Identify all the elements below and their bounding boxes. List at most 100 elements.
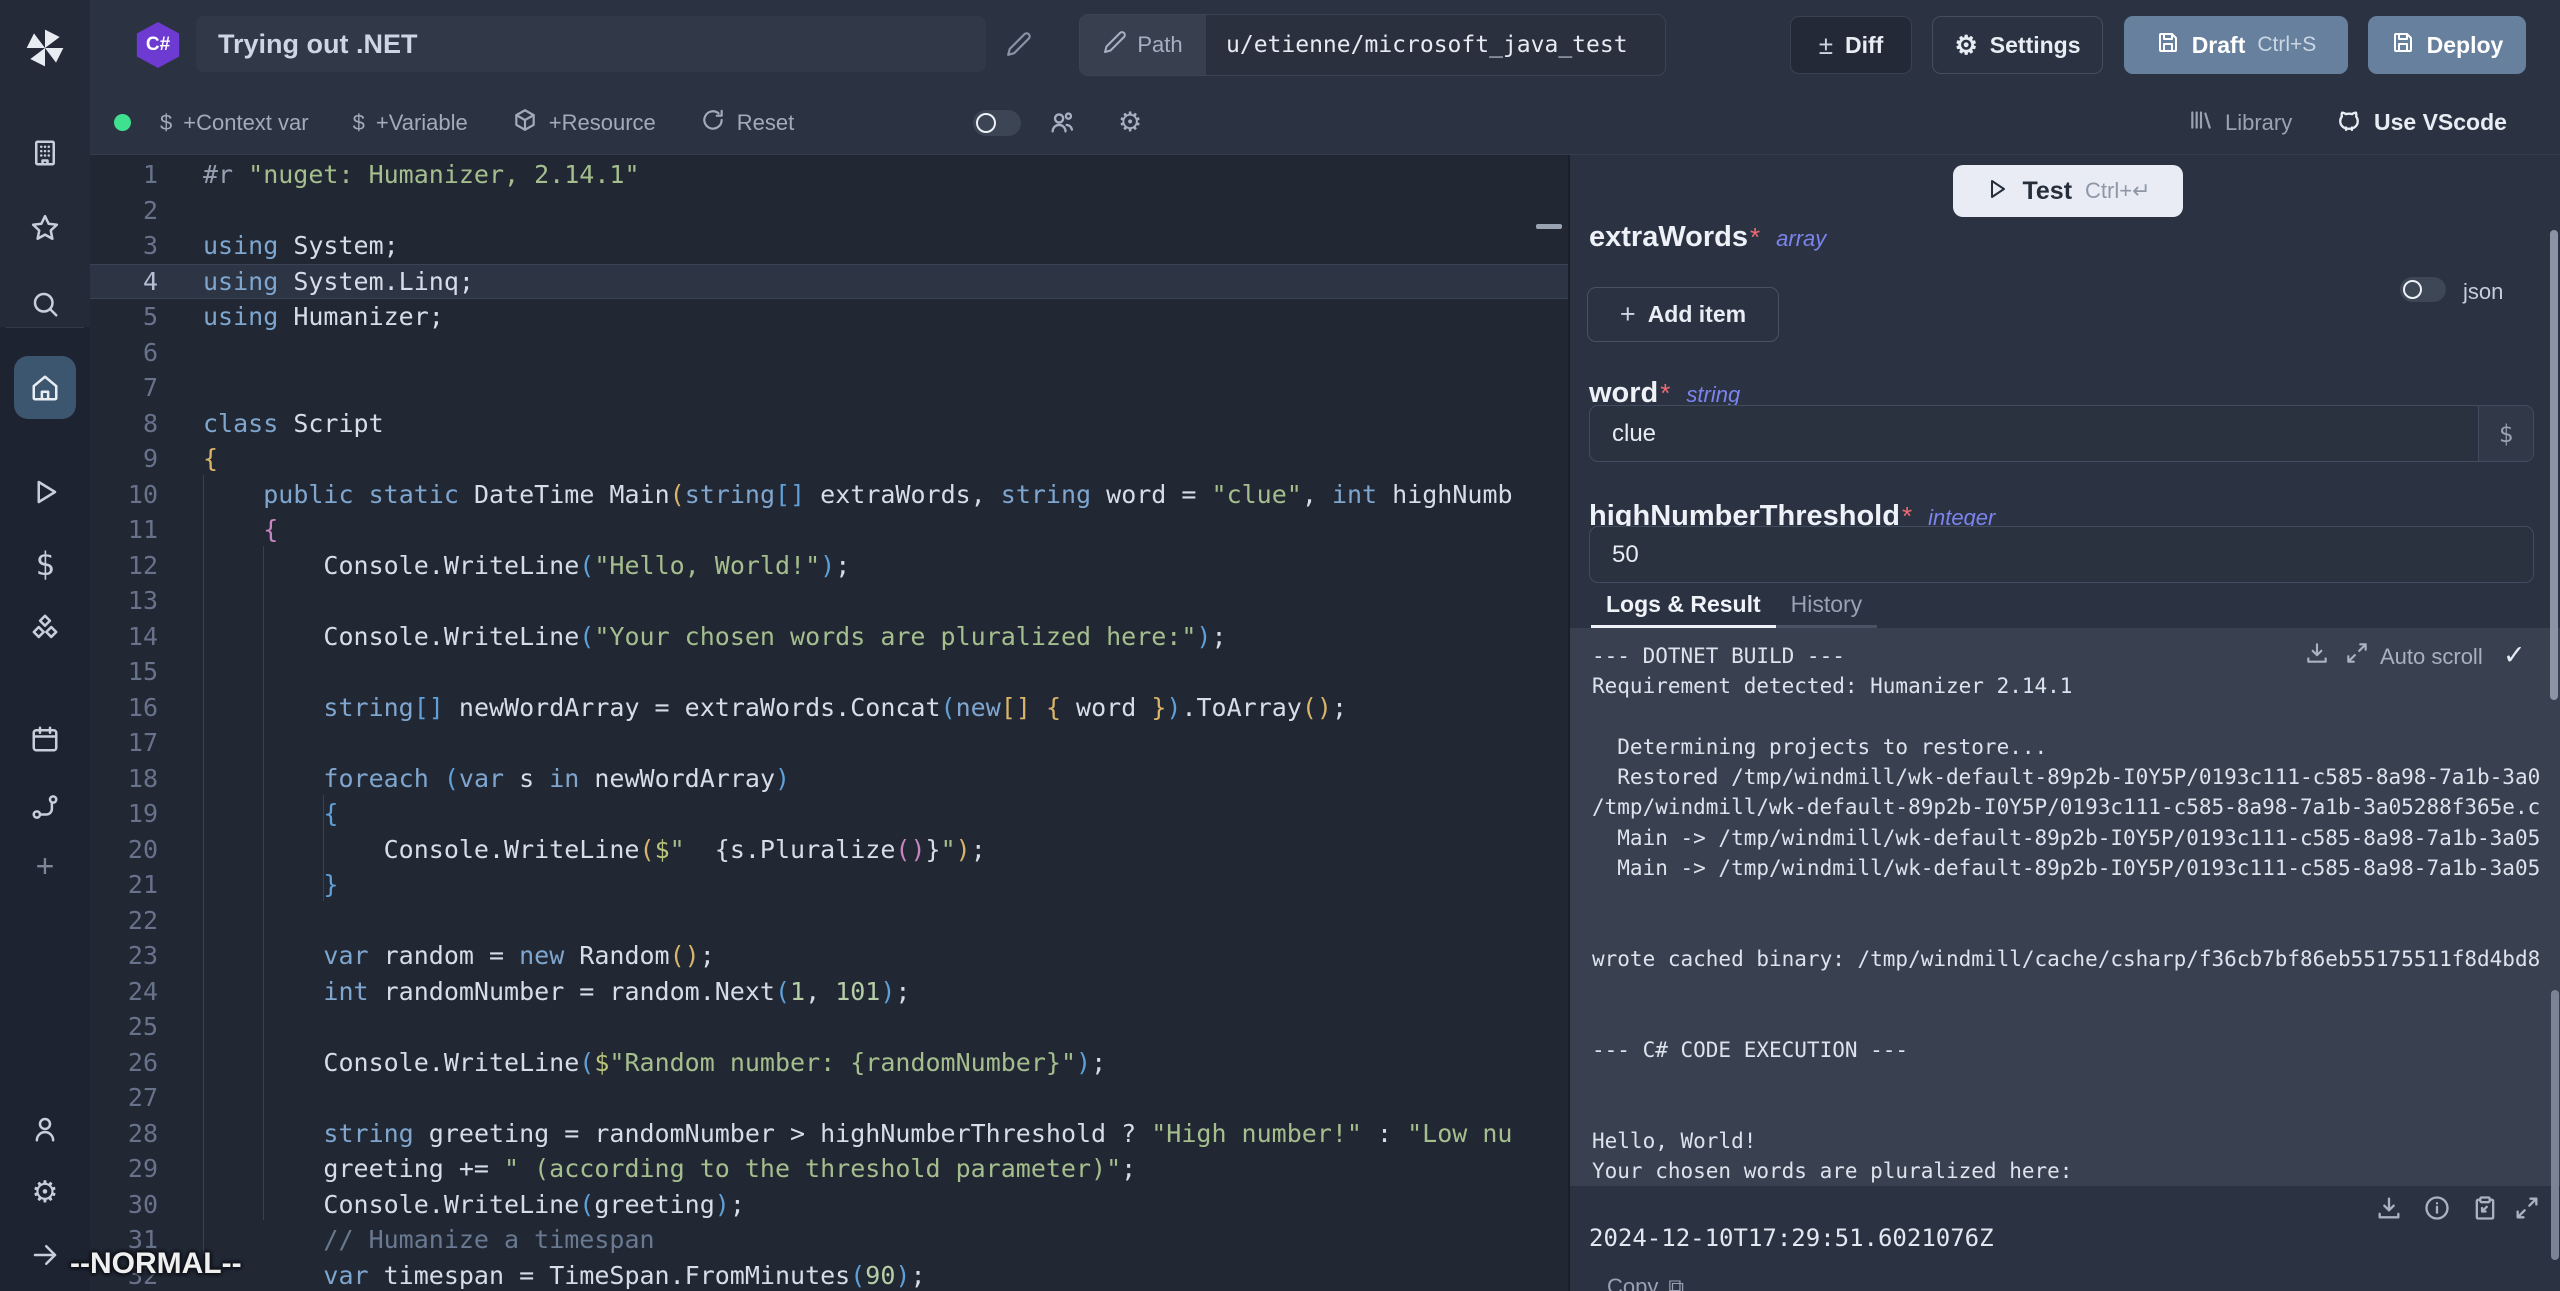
sidebar: $ + ⚙ bbox=[0, 0, 90, 1291]
code-line: 30 Console.WriteLine(greeting); bbox=[90, 1187, 1568, 1223]
home-icon[interactable] bbox=[30, 373, 60, 403]
code-line: 27 bbox=[90, 1080, 1568, 1116]
code-line: 21 } bbox=[90, 867, 1568, 903]
favorites-star-icon[interactable] bbox=[30, 213, 60, 243]
autoscroll-toggle[interactable]: Auto scroll bbox=[2380, 644, 2483, 670]
code-line: 25 bbox=[90, 1009, 1568, 1045]
diff-mode-toggle[interactable] bbox=[973, 110, 1021, 136]
script-title[interactable]: Trying out .NET bbox=[218, 16, 418, 72]
path-label: Path bbox=[1137, 32, 1182, 58]
log-scrollbar-thumb[interactable] bbox=[2551, 990, 2559, 1260]
path-label-section: Path bbox=[1080, 15, 1206, 75]
vim-mode-indicator: --NORMAL-- bbox=[70, 1247, 242, 1281]
vscode-cat-icon bbox=[2335, 106, 2363, 140]
settings-gear-icon[interactable]: ⚙ bbox=[32, 1178, 59, 1208]
maximize-result-icon[interactable] bbox=[2513, 1194, 2541, 1222]
multiplayer-users-icon[interactable] bbox=[1048, 108, 1076, 136]
reset-button[interactable]: Reset bbox=[700, 107, 794, 139]
result-tabs: Logs & Result History bbox=[1570, 583, 2560, 628]
diff-icon: ± bbox=[1819, 32, 1833, 58]
toggle-knob bbox=[976, 113, 996, 133]
plus-icon: + bbox=[1620, 299, 1636, 330]
word-input-wrap: $ bbox=[1589, 405, 2534, 462]
code-line: 12 Console.WriteLine("Hello, World!"); bbox=[90, 548, 1568, 584]
resources-cubes-icon[interactable] bbox=[30, 612, 60, 642]
variables-dollar-icon[interactable]: $ bbox=[35, 549, 54, 579]
diff-button[interactable]: ± Diff bbox=[1790, 16, 1912, 74]
threshold-input[interactable] bbox=[1590, 527, 2533, 582]
editor-settings-gear-icon[interactable]: ⚙ bbox=[1118, 108, 1142, 136]
expand-logs-icon[interactable] bbox=[2344, 640, 2370, 666]
add-variable-button[interactable]: $ +Variable bbox=[353, 110, 468, 136]
play-icon bbox=[1985, 177, 2009, 206]
code-line: 29 greeting += " (according to the thres… bbox=[90, 1151, 1568, 1187]
code-lines: 1#r "nuget: Humanizer, 2.14.1"23using Sy… bbox=[90, 157, 1568, 1291]
clipboard-copy-icon[interactable] bbox=[2471, 1194, 2499, 1222]
search-icon[interactable] bbox=[30, 289, 60, 319]
json-toggle-label: json bbox=[2463, 279, 2503, 305]
result-timestamp: 2024-12-10T17:29:51.6021076Z bbox=[1589, 1224, 1994, 1252]
field-type: array bbox=[1776, 226, 1826, 252]
copy-icon: ⧉ bbox=[1668, 1274, 1684, 1291]
code-line: 13 bbox=[90, 583, 1568, 619]
copy-result-button[interactable]: Copy ⧉ bbox=[1607, 1274, 1684, 1291]
settings-button[interactable]: ⚙ Settings bbox=[1932, 16, 2103, 74]
draft-kbd: Ctrl+S bbox=[2257, 33, 2316, 57]
tab-history[interactable]: History bbox=[1776, 583, 1878, 628]
deploy-button[interactable]: Deploy bbox=[2368, 16, 2526, 74]
draft-button[interactable]: Draft Ctrl+S bbox=[2124, 16, 2348, 74]
edit-title-pencil-icon[interactable] bbox=[1006, 31, 1032, 62]
toggle-knob bbox=[2403, 280, 2422, 299]
word-input[interactable] bbox=[1590, 406, 2478, 461]
workers-status-dot bbox=[114, 114, 131, 131]
code-line: 28 string greeting = randomNumber > high… bbox=[90, 1116, 1568, 1152]
code-line: 16 string[] newWordArray = extraWords.Co… bbox=[90, 690, 1568, 726]
code-line: 1#r "nuget: Humanizer, 2.14.1" bbox=[90, 157, 1568, 193]
code-line: 24 int randomNumber = random.Next(1, 101… bbox=[90, 974, 1568, 1010]
insert-variable-dollar-button[interactable]: $ bbox=[2478, 406, 2533, 461]
log-text: --- DOTNET BUILD --- Requirement detecte… bbox=[1592, 641, 2540, 1186]
download-result-icon[interactable] bbox=[2375, 1194, 2403, 1222]
path-field[interactable]: Path u/etienne/microsoft_java_test bbox=[1079, 14, 1666, 76]
sidebar-divider bbox=[6, 327, 84, 328]
json-toggle[interactable] bbox=[2400, 277, 2446, 302]
workspace-building-icon[interactable] bbox=[30, 138, 60, 168]
panel-scrollbar-thumb[interactable] bbox=[2550, 230, 2558, 700]
add-context-var-button[interactable]: $ +Context var bbox=[160, 110, 309, 136]
code-line: 9{ bbox=[90, 441, 1568, 477]
flows-route-icon[interactable] bbox=[30, 792, 60, 822]
code-editor[interactable]: 1#r "nuget: Humanizer, 2.14.1"23using Sy… bbox=[90, 155, 1568, 1291]
check-icon[interactable]: ✓ bbox=[2503, 640, 2526, 671]
code-line: 31 // Humanize a timespan bbox=[90, 1222, 1568, 1258]
editor-toolbar: $ +Context var $ +Variable +Resource Res… bbox=[90, 90, 2560, 155]
csharp-language-icon: C# bbox=[135, 22, 181, 68]
code-line: 8class Script bbox=[90, 406, 1568, 442]
windmill-logo-icon[interactable] bbox=[23, 26, 67, 70]
dollar-icon: $ bbox=[353, 110, 365, 136]
user-icon[interactable] bbox=[30, 1114, 60, 1144]
expand-arrow-icon[interactable] bbox=[30, 1240, 60, 1270]
script-title-field[interactable]: Trying out .NET bbox=[196, 16, 986, 72]
library-button[interactable]: Library bbox=[2188, 90, 2292, 155]
test-button[interactable]: Test Ctrl+↵ bbox=[1953, 165, 2183, 217]
download-logs-icon[interactable] bbox=[2304, 640, 2330, 666]
code-line: 10 public static DateTime Main(string[] … bbox=[90, 477, 1568, 513]
package-icon bbox=[512, 107, 538, 139]
add-item-button[interactable]: + Add item bbox=[1587, 287, 1779, 342]
add-resource-button[interactable]: +Resource bbox=[512, 107, 656, 139]
log-area: --- DOTNET BUILD --- Requirement detecte… bbox=[1570, 628, 2560, 1186]
code-line: 14 Console.WriteLine("Your chosen words … bbox=[90, 619, 1568, 655]
required-mark: * bbox=[1750, 222, 1760, 253]
code-line: 11 { bbox=[90, 512, 1568, 548]
runs-play-icon[interactable] bbox=[30, 477, 60, 507]
path-value[interactable]: u/etienne/microsoft_java_test bbox=[1206, 15, 1665, 75]
use-vscode-button[interactable]: Use VScode bbox=[2335, 90, 2507, 155]
tab-logs-result[interactable]: Logs & Result bbox=[1591, 583, 1776, 628]
header: C# Trying out .NET Path u/etienne/micros… bbox=[90, 0, 2560, 90]
save-floppy-icon bbox=[2391, 30, 2415, 60]
schedules-calendar-icon[interactable] bbox=[30, 724, 60, 754]
create-plus-icon[interactable]: + bbox=[36, 851, 55, 881]
edit-path-pencil-icon bbox=[1103, 30, 1127, 60]
code-line: 32 var timespan = TimeSpan.FromMinutes(9… bbox=[90, 1258, 1568, 1291]
info-icon[interactable] bbox=[2423, 1194, 2451, 1222]
